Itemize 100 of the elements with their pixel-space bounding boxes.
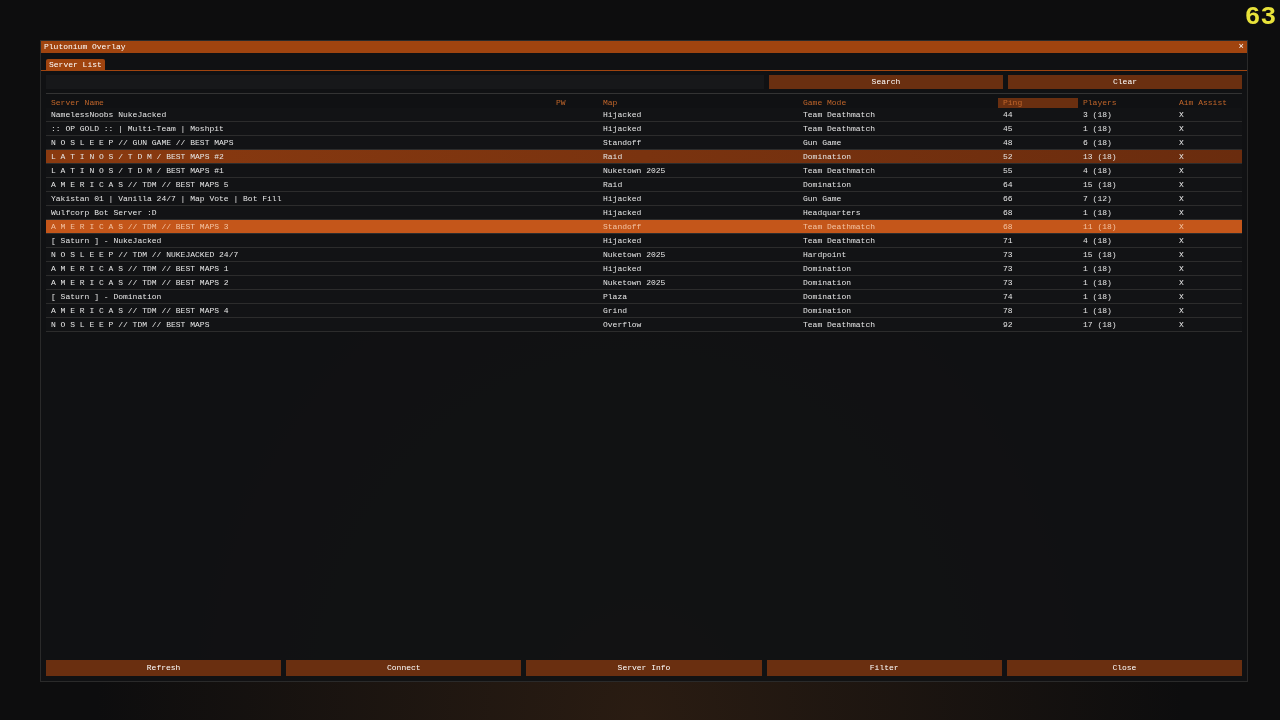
map-cell-text: Nuketown 2025: [602, 250, 667, 259]
map-cell-text: Raid: [602, 152, 624, 161]
ping-cell-text: 92: [1002, 320, 1014, 329]
map-cell-text: Nuketown 2025: [602, 278, 667, 287]
column-header[interactable]: Players: [1078, 97, 1174, 108]
ping-cell-text: 68: [1002, 222, 1014, 231]
aim-assist-cell-text: X: [1178, 292, 1185, 301]
fps-counter: 63: [1244, 4, 1276, 30]
ping-cell-text: 55: [1002, 166, 1014, 175]
map-cell-text: Nuketown 2025: [602, 166, 667, 175]
clear-button[interactable]: Clear: [1008, 75, 1242, 89]
map-cell-text: Hijacked: [602, 124, 643, 133]
players-cell-text: 4 (18): [1082, 166, 1113, 175]
tab[interactable]: Server List: [46, 59, 105, 70]
players-cell-text: 1 (18): [1082, 292, 1113, 301]
aim-assist-cell-text: X: [1178, 152, 1185, 161]
players-cell-text: 3 (18): [1082, 110, 1113, 119]
aim-assist-cell-text: X: [1178, 222, 1185, 231]
server-name-cell-text: NamelessNoobs NukeJacked: [50, 110, 168, 119]
players-cell-text: 11 (18): [1082, 222, 1118, 231]
game-mode-cell-text: Domination: [802, 278, 852, 287]
ping-cell-text: 73: [1002, 264, 1014, 273]
aim-assist-cell-text: X: [1178, 208, 1185, 217]
game-mode-cell-text: Domination: [802, 292, 852, 301]
game-mode-cell-text: Gun Game: [802, 194, 843, 203]
players-cell-text: 1 (18): [1082, 264, 1113, 273]
players-cell-text: 1 (18): [1082, 124, 1113, 133]
ping-cell-text: 64: [1002, 180, 1014, 189]
game-mode-cell-text: Domination: [802, 180, 852, 189]
ping-cell-text: 74: [1002, 292, 1014, 301]
ping-cell-text: 68: [1002, 208, 1014, 217]
aim-assist-cell-text: X: [1178, 124, 1185, 133]
ping-cell-text: 66: [1002, 194, 1014, 203]
column-header[interactable]: Aim Assist: [1174, 97, 1240, 108]
game-mode-cell-text: Team Deathmatch: [802, 320, 876, 329]
map-cell-text: Grind: [602, 306, 628, 315]
ping-cell-text: 78: [1002, 306, 1014, 315]
aim-assist-cell-text: X: [1178, 166, 1185, 175]
game-mode-cell-text: Team Deathmatch: [802, 222, 876, 231]
players-cell-text: 1 (18): [1082, 208, 1113, 217]
column-header[interactable]: Server Name: [46, 97, 551, 108]
game-mode-cell-text: Team Deathmatch: [802, 236, 876, 245]
ping-cell-text: 44: [1002, 110, 1014, 119]
footer-button[interactable]: Close: [1006, 660, 1242, 676]
server-name-cell-text: Wulfcorp Bot Server :D: [50, 208, 158, 217]
map-cell-text: Raid: [602, 180, 624, 189]
server-name-cell-text: A M E R I C A S // TDM // BEST MAPS 2: [50, 278, 230, 287]
game-mode-cell-text: Team Deathmatch: [802, 166, 876, 175]
map-cell-text: Hijacked: [602, 208, 643, 217]
aim-assist-cell-text: X: [1178, 138, 1185, 147]
game-mode-cell-text: Domination: [802, 306, 852, 315]
search-button[interactable]: Search: [769, 75, 1003, 89]
map-cell-text: Plaza: [602, 292, 628, 301]
server-name-cell-text: A M E R I C A S // TDM // BEST MAPS 5: [50, 180, 230, 189]
aim-assist-cell-text: X: [1178, 306, 1185, 315]
server-name-cell-text: [ Saturn ] - Domination: [50, 292, 163, 301]
column-header[interactable]: Game Mode: [798, 97, 998, 108]
server-name-cell-text: N O S L E E P // GUN GAME // BEST MAPS: [50, 138, 235, 147]
map-cell-text: Hijacked: [602, 236, 643, 245]
close-button[interactable]: ×: [1238, 42, 1244, 52]
server-row[interactable]: L A T I N O S / T D M / BEST MAPS #2 Raid Domination 52 13 (18) X: [46, 150, 1242, 164]
server-name-cell-text: A M E R I C A S // TDM // BEST MAPS 1: [50, 264, 230, 273]
map-cell-text: Hijacked: [602, 264, 643, 273]
aim-assist-cell-text: X: [1178, 110, 1185, 119]
aim-assist-cell-text: X: [1178, 320, 1185, 329]
server-name-cell-text: L A T I N O S / T D M / BEST MAPS #2: [50, 152, 225, 161]
aim-assist-cell-text: X: [1178, 180, 1185, 189]
game-mode-cell-text: Team Deathmatch: [802, 110, 876, 119]
map-cell-text: Standoff: [602, 138, 643, 147]
aim-assist-cell-text: X: [1178, 250, 1185, 259]
ping-cell-text: 71: [1002, 236, 1014, 245]
footer-button[interactable]: Server Info: [526, 660, 762, 676]
aim-assist-cell-text: X: [1178, 278, 1185, 287]
ping-cell-text: 52: [1002, 152, 1014, 161]
game-mode-cell-text: Domination: [802, 264, 852, 273]
game-mode-cell-text: Headquarters: [802, 208, 862, 217]
players-cell-text: 1 (18): [1082, 306, 1113, 315]
players-cell-text: 1 (18): [1082, 278, 1113, 287]
server-name-cell-text: N O S L E E P // TDM // NUKEJACKED 24/7: [50, 250, 240, 259]
ping-cell-text: 48: [1002, 138, 1014, 147]
players-cell-text: 15 (18): [1082, 180, 1118, 189]
column-header[interactable]: Map: [598, 97, 798, 108]
server-name-cell-text: N O S L E E P // TDM // BEST MAPS: [50, 320, 211, 329]
players-cell-text: 13 (18): [1082, 152, 1118, 161]
ping-cell-text: 73: [1002, 250, 1014, 259]
ping-cell-text: 73: [1002, 278, 1014, 287]
map-cell-text: Overflow: [602, 320, 643, 329]
server-name-cell-text: L A T I N O S / T D M / BEST MAPS #1: [50, 166, 225, 175]
window-title: Plutonium Overlay: [44, 43, 126, 51]
aim-assist-cell-text: X: [1178, 194, 1185, 203]
game-mode-cell-text: Hardpoint: [802, 250, 848, 259]
footer-button[interactable]: Filter: [766, 660, 1002, 676]
column-header[interactable]: PW: [551, 97, 598, 108]
map-cell-text: Hijacked: [602, 194, 643, 203]
map-cell-text: Hijacked: [602, 110, 643, 119]
players-cell-text: 17 (18): [1082, 320, 1118, 329]
footer-button[interactable]: Refresh: [46, 660, 282, 676]
footer-button[interactable]: Connect: [286, 660, 522, 676]
players-cell-text: 7 (12): [1082, 194, 1113, 203]
game-mode-cell-text: Team Deathmatch: [802, 124, 876, 133]
